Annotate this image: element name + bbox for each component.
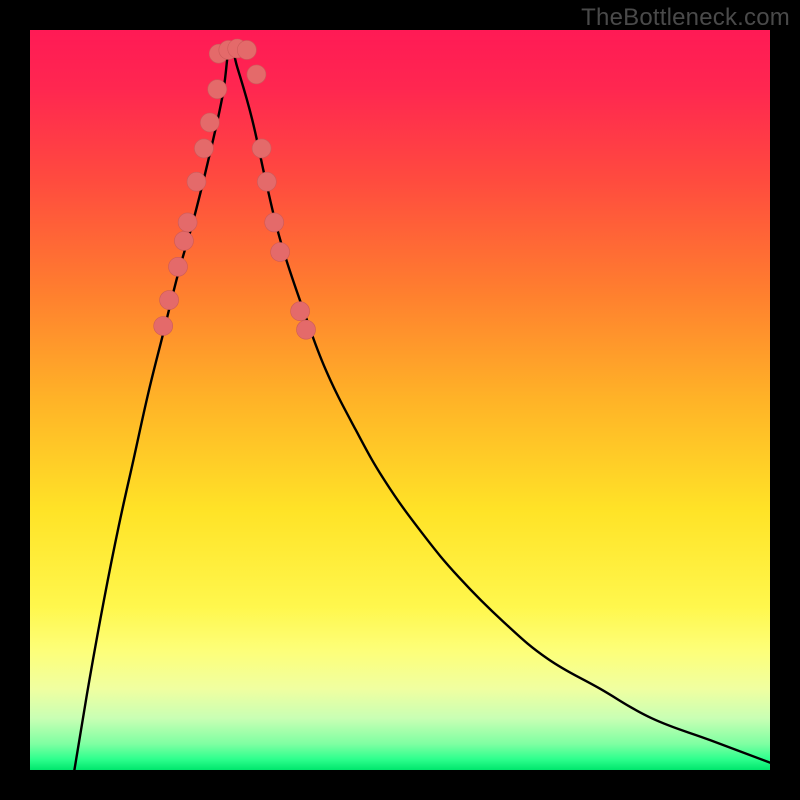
sample-point — [178, 213, 197, 232]
watermark-text: TheBottleneck.com — [581, 4, 790, 32]
sample-point — [291, 302, 310, 321]
beads-layer — [30, 30, 770, 770]
sample-point — [271, 243, 290, 262]
sample-point — [154, 317, 173, 336]
sample-point — [247, 65, 266, 84]
sample-point — [208, 80, 227, 99]
sample-point — [200, 113, 219, 132]
sample-points-group — [154, 39, 316, 339]
chart-frame: TheBottleneck.com — [0, 0, 800, 800]
sample-point — [257, 172, 276, 191]
sample-point — [174, 231, 193, 250]
sample-point — [187, 172, 206, 191]
sample-point — [237, 40, 256, 59]
plot-area — [30, 30, 770, 770]
sample-point — [265, 213, 284, 232]
sample-point — [160, 291, 179, 310]
sample-point — [169, 257, 188, 276]
sample-point — [252, 139, 271, 158]
sample-point — [297, 320, 316, 339]
sample-point — [194, 139, 213, 158]
